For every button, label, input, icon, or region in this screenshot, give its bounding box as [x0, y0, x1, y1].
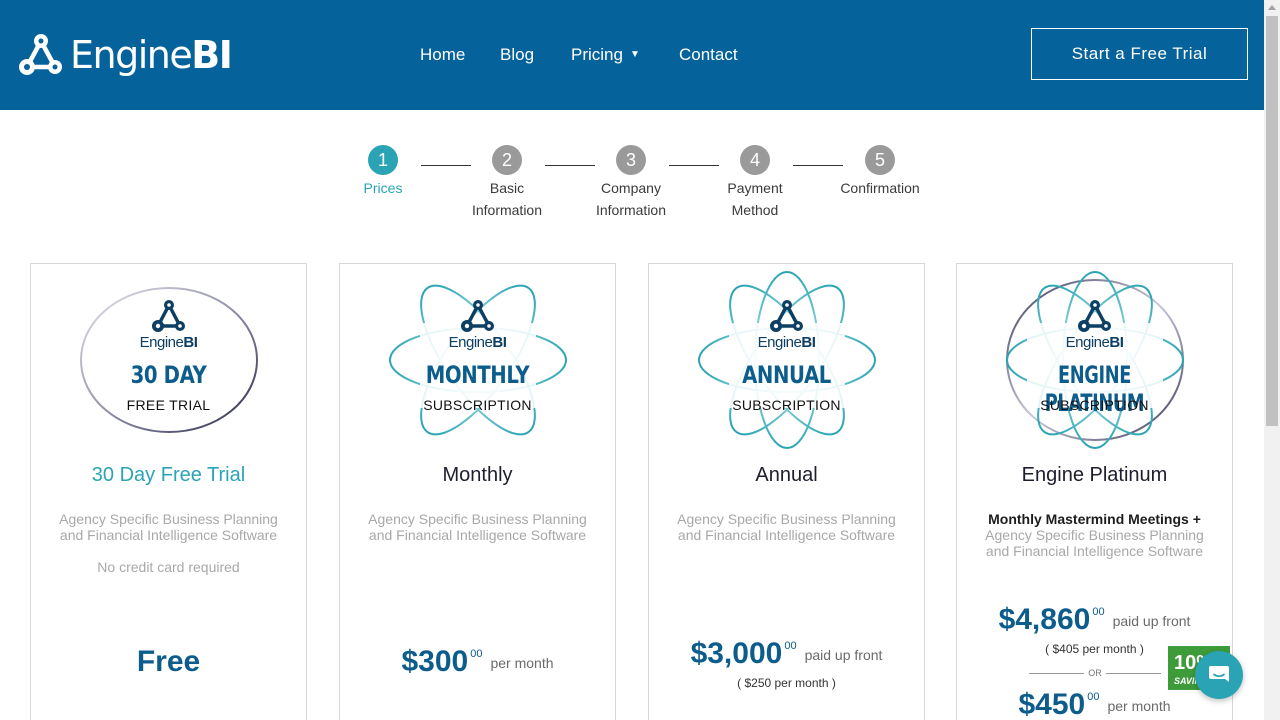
step-number: 1 [368, 145, 398, 175]
divider-line [1106, 673, 1161, 674]
badge-headline: MONTHLY [425, 361, 530, 389]
price-amount: $4,860 [998, 603, 1091, 636]
page-scrollbar[interactable] [1264, 0, 1280, 720]
step-label: Prices [363, 180, 403, 196]
badge-subline: FREE TRIAL [126, 397, 211, 413]
nav-pricing[interactable]: Pricing [571, 44, 623, 66]
price-per-month-note: ( $250 per month ) [737, 676, 836, 690]
price-amount: $450 [1018, 688, 1086, 720]
step-prices[interactable]: 1 Prices [328, 145, 438, 199]
chat-bubble-icon [1209, 666, 1229, 682]
plan-badge: EngineBI ENGINE PLATINUM SUBSCRIPTION [997, 268, 1192, 453]
step-basic-information[interactable]: 2 Basic Information [452, 145, 562, 221]
site-header: EngineBI Home Blog Pricing ▼ Contact Sta… [0, 0, 1264, 110]
plan-card-annual[interactable]: EngineBI ANNUAL SUBSCRIPTION Annual Agen… [648, 263, 925, 720]
step-number: 2 [492, 145, 522, 175]
start-free-trial-button[interactable]: Start a Free Trial [1031, 28, 1248, 80]
plan-title: Engine Platinum [1021, 464, 1168, 486]
plan-description-strong: Monthly Mastermind Meetings + [988, 511, 1201, 527]
badge-subline: SUBSCRIPTION [732, 397, 841, 413]
price-unit: per month [490, 655, 554, 671]
engine-bi-logo-icon [19, 34, 62, 75]
step-label: Basic Information [471, 180, 543, 218]
nav-contact[interactable]: Contact [679, 44, 738, 66]
plan-title: Monthly [442, 464, 513, 486]
plan-badge: EngineBI 30 DAY FREE TRIAL [71, 268, 266, 453]
price-cents: 00 [470, 648, 483, 660]
plan-title: 30 Day Free Trial [91, 464, 246, 486]
plan-card-monthly[interactable]: EngineBI MONTHLY SUBSCRIPTION Monthly Ag… [339, 263, 616, 720]
price-cents: 00 [1092, 606, 1105, 618]
plan-description: Agency Specific Business Planning and Fi… [677, 511, 896, 543]
badge-subline: SUBSCRIPTION [423, 397, 532, 413]
plan-price: $3,000 00 paid up front [649, 637, 924, 671]
price-unit: paid up front [804, 647, 883, 663]
step-label: Company Information [595, 180, 667, 218]
badge-headline: ANNUAL [742, 361, 831, 389]
badge-subline: SUBSCRIPTION [1040, 397, 1149, 413]
step-number: 5 [865, 145, 895, 175]
logo-text: EngineBI [70, 33, 233, 77]
plan-badge: EngineBI MONTHLY SUBSCRIPTION [380, 268, 575, 453]
badge-brand: EngineBI [448, 334, 507, 351]
plan-title: Annual [755, 464, 818, 486]
scroll-up-arrow-icon[interactable] [1264, 0, 1280, 16]
badge-brand: EngineBI [757, 334, 816, 351]
plan-description: Agency Specific Business Planning and Fi… [59, 511, 278, 543]
or-divider: OR [1029, 666, 1161, 680]
plan-note: No credit card required [97, 559, 240, 575]
nav-home[interactable]: Home [420, 44, 465, 66]
engine-bi-logo[interactable]: EngineBI [16, 32, 233, 78]
chat-launcher-button[interactable] [1195, 651, 1243, 699]
price-amount: $3,000 [690, 637, 783, 670]
plan-price: $4,860 00 paid up front [957, 603, 1232, 637]
badge-brand: EngineBI [139, 334, 198, 351]
nav-blog[interactable]: Blog [500, 44, 534, 66]
price-amount: $300 [401, 645, 469, 678]
plan-price: $300 00 per month [340, 645, 615, 679]
badge-headline: 30 DAY [130, 361, 207, 389]
plan-card-trial[interactable]: EngineBI 30 DAY FREE TRIAL 30 Day Free T… [30, 263, 307, 720]
step-company-information[interactable]: 3 Company Information [576, 145, 686, 221]
step-payment-method[interactable]: 4 Payment Method [700, 145, 810, 221]
pricing-page: EngineBI Home Blog Pricing ▼ Contact Sta… [0, 0, 1280, 720]
step-number: 3 [616, 145, 646, 175]
price-unit: paid up front [1112, 613, 1191, 629]
plan-description: Agency Specific Business Planning and Fi… [368, 511, 587, 543]
price-cents: 00 [784, 640, 797, 652]
step-label: Payment Method [727, 180, 783, 218]
plan-description: Agency Specific Business Planning and Fi… [985, 527, 1204, 559]
plan-price: Free [136, 645, 201, 678]
plan-badge: EngineBI ANNUAL SUBSCRIPTION [689, 268, 884, 453]
step-number: 4 [740, 145, 770, 175]
badge-brand: EngineBI [1065, 334, 1124, 351]
scroll-thumb[interactable] [1266, 16, 1278, 426]
price-cents: 00 [1087, 691, 1100, 703]
step-confirmation[interactable]: 5 Confirmation [825, 145, 935, 199]
step-label: Confirmation [840, 180, 920, 196]
plan-alt-price: $450 00 per month [957, 688, 1232, 720]
chevron-down-icon[interactable]: ▼ [630, 44, 640, 66]
price-unit: per month [1107, 698, 1171, 714]
